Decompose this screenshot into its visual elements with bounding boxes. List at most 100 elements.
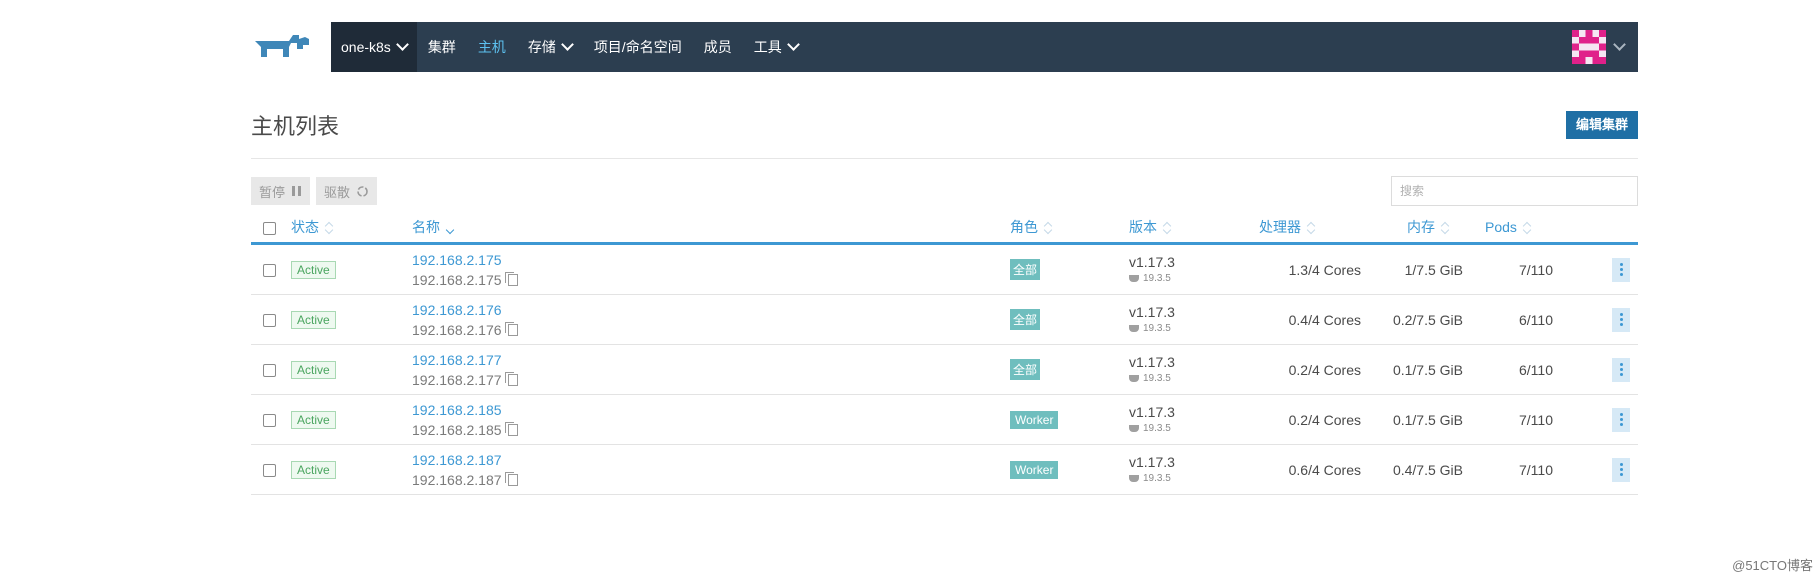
name-cell: 192.168.2.175 192.168.2.175 <box>412 243 1010 295</box>
sort-icon <box>1307 222 1315 234</box>
table-header-row: 状态 名称 角色 版本 处理器 内存 Pods <box>251 212 1638 245</box>
col-pods[interactable]: Pods <box>1463 212 1553 245</box>
cpu-cell: 1.3/4 Cores <box>1249 243 1361 295</box>
role-badge: 全部 <box>1010 359 1041 380</box>
chevron-down-icon <box>560 38 574 51</box>
role-badge: Worker <box>1010 460 1059 479</box>
row-actions-button[interactable] <box>1612 407 1630 432</box>
copy-icon[interactable] <box>504 271 518 286</box>
copy-icon[interactable] <box>504 321 518 336</box>
nav-label: 存储 <box>527 39 556 55</box>
row-actions-button[interactable] <box>1612 307 1630 332</box>
docker-version-text: 19.3.5 <box>1143 322 1171 334</box>
nav-projects[interactable]: 项目/命名空间 <box>583 22 693 72</box>
col-actions <box>1553 212 1638 245</box>
chevron-down-icon <box>395 38 409 51</box>
row-checkbox[interactable] <box>263 364 276 378</box>
host-name-link[interactable]: 192.168.2.176 <box>412 300 1010 320</box>
state-cell: Active <box>291 444 412 495</box>
col-role[interactable]: 角色 <box>1010 212 1129 245</box>
k8s-version: v1.17.3 <box>1129 453 1175 470</box>
role-cell: 全部 <box>1010 243 1129 295</box>
status-badge: Active <box>291 460 336 479</box>
more-vertical-icon <box>1619 318 1623 321</box>
host-name-link[interactable]: 192.168.2.177 <box>412 350 1010 370</box>
table-row: Active 192.168.2.175 192.168.2.175 全部 v1.17.… <box>251 243 1638 295</box>
drain-label: 驱散 <box>324 184 351 200</box>
rancher-cow-logo-icon <box>255 35 309 57</box>
more-vertical-icon <box>1619 468 1623 471</box>
cluster-switcher[interactable]: one-k8s <box>331 22 417 72</box>
col-cpu[interactable]: 处理器 <box>1249 212 1361 245</box>
rancher-logo[interactable] <box>251 22 331 72</box>
name-cell: 192.168.2.187 192.168.2.187 <box>412 444 1010 495</box>
more-vertical-icon <box>1619 418 1623 421</box>
col-name[interactable]: 名称 <box>412 212 1010 245</box>
docker-version-text: 19.3.5 <box>1143 472 1171 484</box>
state-cell: Active <box>291 243 412 295</box>
select-all-cell <box>251 212 291 245</box>
copy-icon[interactable] <box>504 421 518 436</box>
col-label: 角色 <box>1010 219 1038 235</box>
version-cell: v1.17.3 19.3.5 <box>1129 394 1249 445</box>
name-cell: 192.168.2.177 192.168.2.177 <box>412 344 1010 395</box>
nav-cluster[interactable]: 集群 <box>417 22 467 72</box>
search-input[interactable] <box>1391 176 1638 206</box>
user-menu[interactable] <box>1572 30 1626 64</box>
copy-icon[interactable] <box>504 371 518 386</box>
row-select-cell <box>251 444 291 495</box>
host-name-link[interactable]: 192.168.2.187 <box>412 450 1010 470</box>
col-label: 处理器 <box>1259 219 1301 235</box>
nav-tools[interactable]: 工具 <box>743 22 809 72</box>
app-container: one-k8s 集群 主机 存储 项目/命名空间 成员 工具 主机列表 编辑集群… <box>251 22 1638 495</box>
copy-icon[interactable] <box>504 471 518 486</box>
docker-version-text: 19.3.5 <box>1143 272 1171 284</box>
docker-icon <box>1129 375 1139 382</box>
col-state[interactable]: 状态 <box>291 212 412 245</box>
nav-hosts[interactable]: 主机 <box>467 22 517 72</box>
docker-icon <box>1129 475 1139 482</box>
version-cell: v1.17.3 19.3.5 <box>1129 444 1249 495</box>
role-cell: Worker <box>1010 394 1129 445</box>
host-name-link[interactable]: 192.168.2.175 <box>412 250 1010 270</box>
pods-cell: 7/110 <box>1463 394 1553 445</box>
nav-storage[interactable]: 存储 <box>517 22 583 72</box>
edit-cluster-button[interactable]: 编辑集群 <box>1565 111 1638 139</box>
name-cell: 192.168.2.185 192.168.2.185 <box>412 394 1010 445</box>
row-checkbox[interactable] <box>263 464 276 478</box>
select-all-checkbox[interactable] <box>263 221 276 235</box>
host-ip: 192.168.2.177 <box>412 370 1010 390</box>
col-version[interactable]: 版本 <box>1129 212 1249 245</box>
k8s-version: v1.17.3 <box>1129 253 1175 270</box>
page-title: 主机列表 <box>251 114 340 139</box>
col-memory[interactable]: 内存 <box>1361 212 1463 245</box>
role-badge: 全部 <box>1010 309 1041 330</box>
watermark: @51CTO博客 <box>1732 558 1813 573</box>
pods-cell: 6/110 <box>1463 294 1553 345</box>
col-label: 内存 <box>1407 219 1435 235</box>
cluster-name: one-k8s <box>341 39 391 55</box>
pause-button[interactable]: 暂停 <box>251 177 311 205</box>
row-select-cell <box>251 294 291 345</box>
row-actions-button[interactable] <box>1612 357 1630 382</box>
col-label: 版本 <box>1129 219 1157 235</box>
host-name-link[interactable]: 192.168.2.185 <box>412 400 1010 420</box>
table-row: Active 192.168.2.187 192.168.2.187 Worker v1… <box>251 444 1638 495</box>
nav-members[interactable]: 成员 <box>693 22 743 72</box>
host-ip-text: 192.168.2.187 <box>412 471 502 488</box>
row-checkbox[interactable] <box>263 314 276 328</box>
row-actions-button[interactable] <box>1612 257 1630 282</box>
host-ip: 192.168.2.176 <box>412 320 1010 340</box>
col-label: Pods <box>1485 219 1517 235</box>
k8s-version: v1.17.3 <box>1129 403 1175 420</box>
state-cell: Active <box>291 344 412 395</box>
row-actions-button[interactable] <box>1612 457 1630 482</box>
docker-icon <box>1129 425 1139 432</box>
row-checkbox[interactable] <box>263 264 276 278</box>
status-badge: Active <box>291 260 336 279</box>
drain-button[interactable]: 驱散 <box>316 177 378 205</box>
memory-cell: 1/7.5 GiB <box>1361 243 1463 295</box>
row-checkbox[interactable] <box>263 414 276 428</box>
pods-cell: 7/110 <box>1463 444 1553 495</box>
memory-cell: 0.4/7.5 GiB <box>1361 444 1463 495</box>
